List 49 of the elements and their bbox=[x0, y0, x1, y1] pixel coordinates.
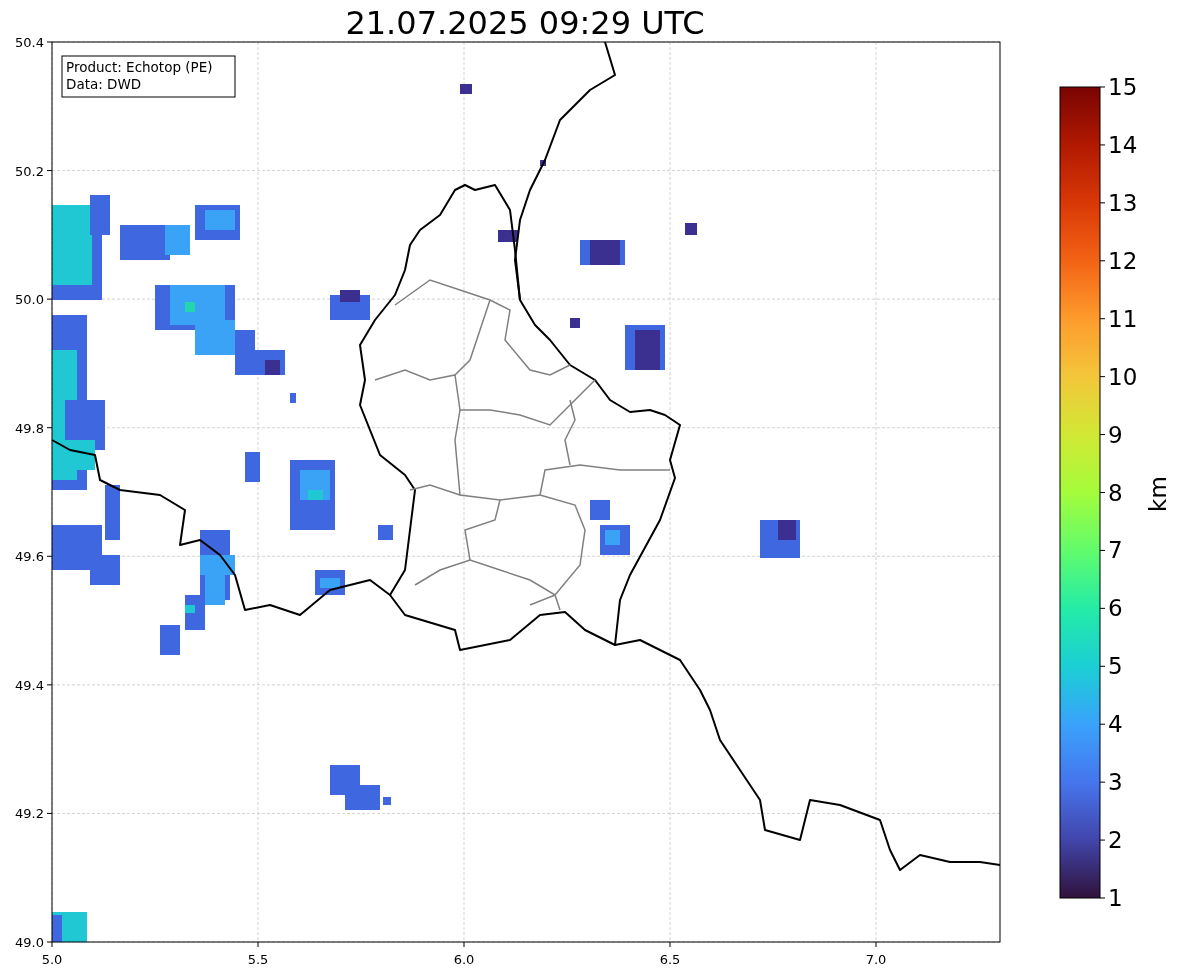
colorbar-tick-label: 2 bbox=[1108, 827, 1123, 854]
colorbar-tick-label: 15 bbox=[1108, 74, 1138, 100]
radar-echo bbox=[330, 765, 391, 810]
colorbar-tick-label: 8 bbox=[1108, 479, 1123, 506]
chart-title: 21.07.2025 09:29 UTC bbox=[345, 4, 705, 42]
y-axis-tick-label: 49.6 bbox=[15, 549, 44, 565]
radar-echo bbox=[290, 393, 296, 403]
y-axis-tick-label: 49.2 bbox=[15, 806, 44, 822]
colorbar-tick-label: 7 bbox=[1108, 537, 1123, 564]
colorbar-tick-label: 10 bbox=[1108, 363, 1138, 390]
radar-echo bbox=[685, 223, 697, 235]
x-axis-tick-label: 6.5 bbox=[659, 952, 681, 967]
colorbar-label: km bbox=[1145, 476, 1171, 512]
y-axis-tick-label: 50.4 bbox=[15, 35, 44, 50]
radar-echo bbox=[378, 525, 393, 540]
radar-echo bbox=[760, 520, 800, 558]
radar-echo bbox=[590, 500, 630, 555]
radar-echo bbox=[330, 290, 370, 320]
colorbar-tick-label: 1 bbox=[1108, 885, 1123, 911]
colorbar-tick-label: 4 bbox=[1108, 711, 1123, 738]
y-axis-tick-label: 50.2 bbox=[15, 163, 44, 179]
radar-echo bbox=[160, 625, 180, 655]
radar-echo bbox=[315, 570, 345, 595]
radar-echo bbox=[290, 460, 335, 530]
y-axis-tick-label: 49.8 bbox=[15, 420, 44, 436]
y-axis-tick-label: 49.4 bbox=[15, 677, 44, 693]
colorbar-tick-label: 13 bbox=[1108, 189, 1138, 216]
colorbar-tick-label: 3 bbox=[1108, 769, 1123, 796]
radar-echo bbox=[52, 912, 87, 942]
x-axis-tick-label: 5.5 bbox=[247, 952, 269, 967]
colorbar-tick-label: 9 bbox=[1108, 421, 1123, 448]
radar-echo bbox=[245, 452, 260, 482]
x-axis-tick-label: 7.0 bbox=[865, 952, 887, 967]
radar-echo bbox=[625, 325, 665, 370]
x-axis-tick-label: 6.0 bbox=[453, 952, 475, 967]
info-text: Product: Echotop (PE) bbox=[66, 59, 213, 75]
colorbar-tick-label: 14 bbox=[1108, 131, 1138, 158]
colorbar-tick-label: 6 bbox=[1108, 595, 1123, 622]
radar-echo bbox=[570, 318, 580, 328]
x-axis-tick-label: 5.0 bbox=[41, 952, 63, 967]
radar-echo bbox=[540, 160, 546, 166]
colorbar-tick-label: 11 bbox=[1108, 305, 1138, 332]
radar-echo bbox=[460, 84, 472, 94]
y-axis-tick-label: 50.0 bbox=[15, 292, 44, 308]
colorbar-tick-label: 12 bbox=[1108, 247, 1138, 274]
y-axis-tick-label: 49.0 bbox=[15, 935, 44, 950]
colorbar-tick-label: 5 bbox=[1108, 653, 1123, 680]
info-text: Data: DWD bbox=[66, 76, 142, 92]
radar-echo bbox=[580, 240, 625, 265]
